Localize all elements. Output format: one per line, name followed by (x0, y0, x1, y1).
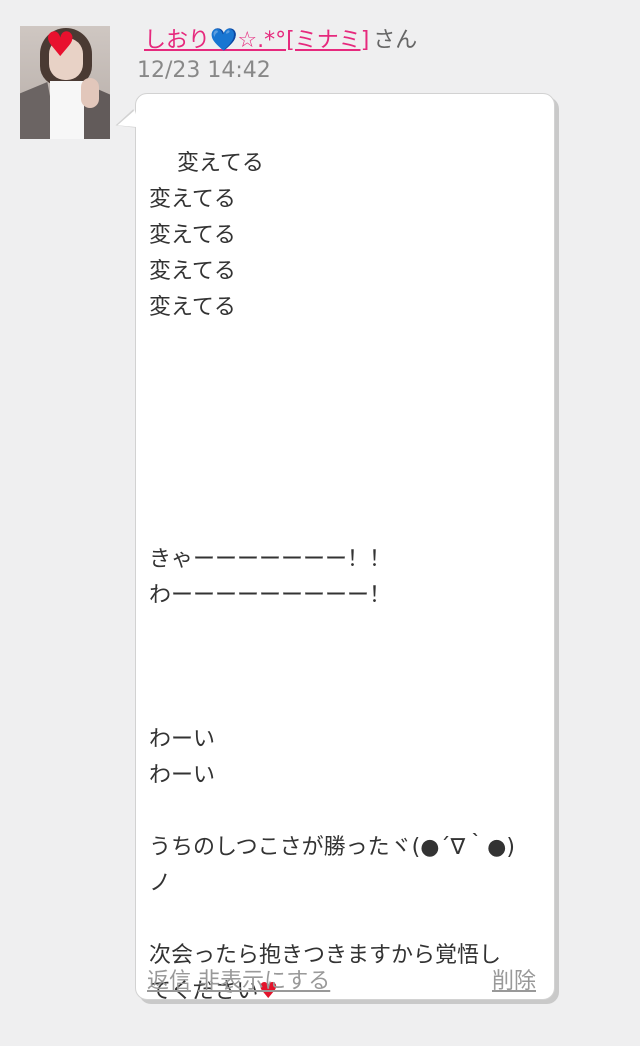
avatar-shirt (50, 81, 84, 139)
user-avatar[interactable]: ♥ (20, 26, 110, 139)
message-timestamp: 12/23 14:42 (137, 58, 271, 83)
delete-link[interactable]: 削除 (492, 969, 536, 995)
reply-link[interactable]: 返信 (147, 969, 191, 994)
message-text: 変えてる 変えてる 変えてる 変えてる 変えてる きゃーーーーーーー！！ わーー… (149, 151, 515, 1004)
message-body: 変えてる 変えてる 変えてる 変えてる 変えてる きゃーーーーーーー！！ わーー… (149, 110, 544, 1046)
message-bubble: 変えてる 変えてる 変えてる 変えてる 変えてる きゃーーーーーーー！！ わーー… (135, 93, 555, 1004)
author-row: しおり💙☆.*°[ミナミ] さん (144, 27, 417, 55)
heart-sticker-icon: ♥ (45, 26, 76, 65)
message-actions: 返信 非表示にする 削除 (147, 969, 536, 995)
author-suffix: さん (373, 28, 418, 53)
author-name-link[interactable]: しおり💙☆.*°[ミナミ] (144, 28, 369, 53)
avatar-hand (81, 78, 99, 108)
hide-link[interactable]: 非表示にする (198, 969, 330, 994)
